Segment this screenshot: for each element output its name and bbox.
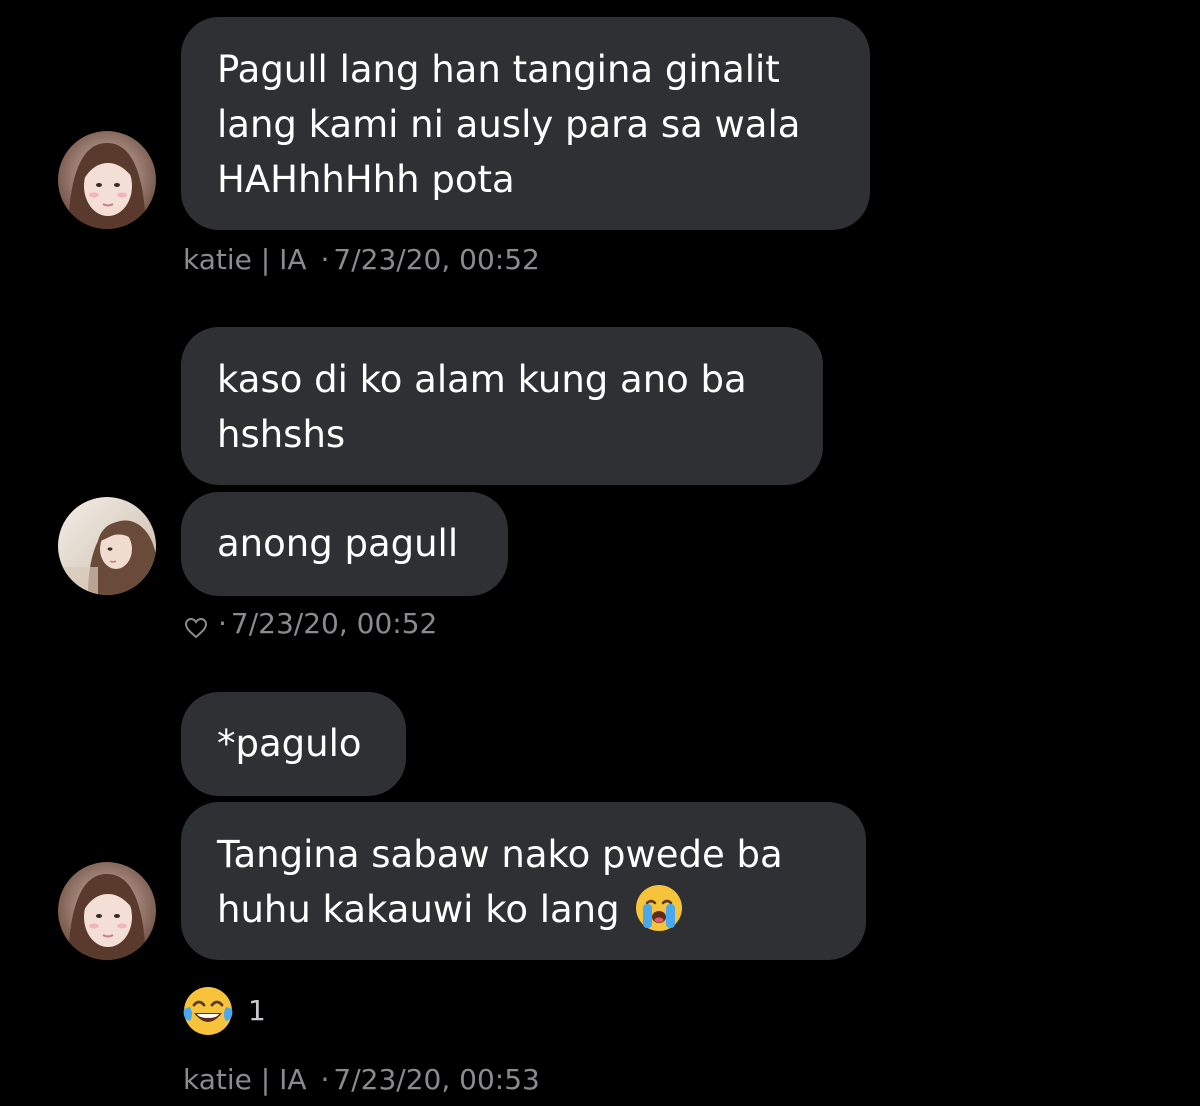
message-bubble[interactable]: *pagulo <box>181 692 406 796</box>
message-text: hshshs <box>217 413 346 456</box>
message-text: anong pagull <box>217 522 459 565</box>
timestamp: 7/23/20, 00:52 <box>230 607 438 640</box>
avatar[interactable] <box>58 862 156 960</box>
loudly-crying-face-icon <box>634 883 684 933</box>
message-text: Pagull lang han tangina ginalit <box>217 48 780 91</box>
message-bubble[interactable]: Pagull lang han tangina ginalit lang kam… <box>181 17 870 230</box>
heart-outline-icon[interactable] <box>184 613 208 639</box>
message-text: huhu kakauwi ko lang <box>217 888 620 931</box>
message-meta: · 7/23/20, 00:52 <box>184 607 437 641</box>
message-text: lang kami ni ausly para sa wala <box>217 103 801 146</box>
reaction-count: 1 <box>248 994 266 1027</box>
reaction-badge[interactable]: 1 <box>180 983 266 1039</box>
sender-name[interactable]: katie | IA <box>183 1063 307 1096</box>
avatar[interactable] <box>58 497 156 595</box>
meta-separator: · <box>320 1063 330 1096</box>
meta-separator: · <box>320 243 330 276</box>
message-bubble[interactable]: Tangina sabaw nako pwede ba huhu kakauwi… <box>181 802 866 960</box>
message-text: *pagulo <box>217 722 362 765</box>
message-text: HAHhhHhh pota <box>217 158 515 201</box>
sender-name[interactable]: katie | IA <box>183 243 307 276</box>
timestamp: 7/23/20, 00:52 <box>333 243 540 276</box>
message-meta: katie | IA · 7/23/20, 00:52 <box>183 243 540 277</box>
message-text-with-emoji: huhu kakauwi ko lang <box>217 882 830 937</box>
message-text: Tangina sabaw nako pwede ba <box>217 833 783 876</box>
message-meta: katie | IA · 7/23/20, 00:53 <box>183 1063 540 1097</box>
message-bubble[interactable]: kaso di ko alam kung ano ba hshshs <box>181 327 823 485</box>
message-text: kaso di ko alam kung ano ba <box>217 358 747 401</box>
avatar[interactable] <box>58 131 156 229</box>
meta-separator: · <box>218 607 227 640</box>
face-with-tears-of-joy-icon <box>183 987 233 1035</box>
message-bubble[interactable]: anong pagull <box>181 492 508 596</box>
timestamp: 7/23/20, 00:53 <box>333 1063 540 1096</box>
